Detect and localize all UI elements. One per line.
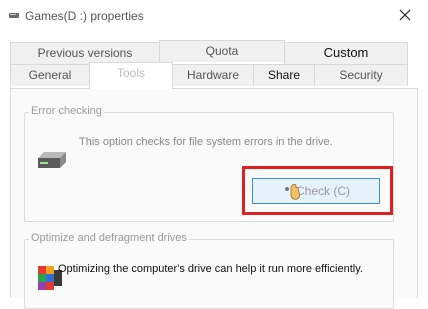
optimize-description: Optimizing the computer's drive can help… bbox=[58, 263, 363, 275]
title-bar: Games(D :) properties bbox=[0, 0, 428, 31]
tab-hardware[interactable]: Hardware bbox=[172, 64, 254, 86]
drive-window-icon bbox=[9, 13, 19, 18]
window-title: Games(D :) properties bbox=[25, 9, 144, 23]
error-checking-group: Error checking bbox=[24, 105, 394, 222]
error-checking-description: This option checks for file system error… bbox=[79, 136, 333, 148]
close-icon[interactable] bbox=[392, 2, 418, 28]
error-checking-legend: Error checking bbox=[29, 105, 104, 117]
hard-drive-icon bbox=[38, 152, 66, 168]
optimize-legend: Optimize and defragment drives bbox=[29, 232, 189, 244]
check-button[interactable]: Check (C) bbox=[252, 178, 380, 204]
mouse-cursor-icon bbox=[285, 183, 300, 200]
tab-quota[interactable]: Quota bbox=[159, 40, 285, 62]
tab-share[interactable]: Share bbox=[253, 64, 315, 86]
tab-tools[interactable]: Tools bbox=[89, 62, 173, 89]
tab-security[interactable]: Security bbox=[314, 64, 408, 86]
tab-strip: Previous versions Quota Custom General T… bbox=[0, 40, 428, 89]
tab-previous-versions[interactable]: Previous versions bbox=[10, 42, 160, 64]
tab-general[interactable]: General bbox=[10, 64, 90, 86]
tab-custom[interactable]: Custom bbox=[284, 42, 408, 64]
